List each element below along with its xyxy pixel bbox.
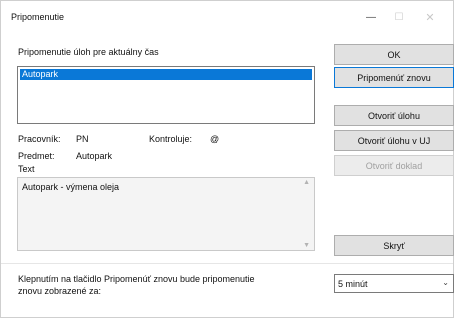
worker-value: PN	[76, 134, 89, 144]
text-field[interactable]: Autopark - výmena oleja ▲ ▼	[17, 177, 315, 251]
ok-button[interactable]: OK	[334, 44, 454, 65]
subject-value: Autopark	[76, 151, 113, 161]
hide-button[interactable]: Skryť	[334, 235, 454, 256]
footer-note-line1: Klepnutím na tlačidlo Pripomenúť znovu b…	[18, 274, 255, 284]
interval-select[interactable]: 5 minút ⌄	[334, 274, 454, 293]
scroll-up-icon[interactable]: ▲	[303, 179, 310, 186]
checker-value: @	[210, 134, 220, 144]
window-title: Pripomenutie	[11, 12, 65, 22]
open-task-uj-button[interactable]: Otvoriť úlohu v UJ	[334, 130, 454, 151]
worker-label: Pracovník:	[18, 134, 61, 144]
reminder-list[interactable]: Autopark	[17, 66, 315, 124]
remind-again-button[interactable]: Pripomenúť znovu	[334, 67, 454, 88]
text-label: Text	[18, 164, 35, 174]
separator	[1, 263, 453, 264]
open-document-button[interactable]: Otvoriť doklad	[334, 155, 454, 176]
checker-label: Kontroluje:	[149, 134, 193, 144]
list-item[interactable]: Autopark	[20, 69, 312, 80]
close-button[interactable]: ✕	[415, 7, 445, 27]
chevron-down-icon[interactable]: ⌄	[442, 278, 449, 287]
subject-label: Predmet:	[18, 151, 55, 161]
title-bar: Pripomenutie — ☐ ✕	[1, 1, 453, 31]
interval-value: 5 minút	[338, 279, 368, 289]
scroll-down-icon[interactable]: ▼	[303, 242, 310, 249]
maximize-button[interactable]: ☐	[384, 7, 414, 27]
open-task-button[interactable]: Otvoriť úlohu	[334, 105, 454, 126]
reminder-dialog: Pripomenutie — ☐ ✕ Pripomenutie úloh pre…	[0, 0, 454, 318]
minimize-button[interactable]: —	[356, 7, 386, 27]
text-field-value: Autopark - výmena oleja	[22, 182, 120, 192]
footer-note-line2: znovu zobrazené za:	[18, 286, 102, 296]
list-heading: Pripomenutie úloh pre aktuálny čas	[18, 47, 159, 57]
